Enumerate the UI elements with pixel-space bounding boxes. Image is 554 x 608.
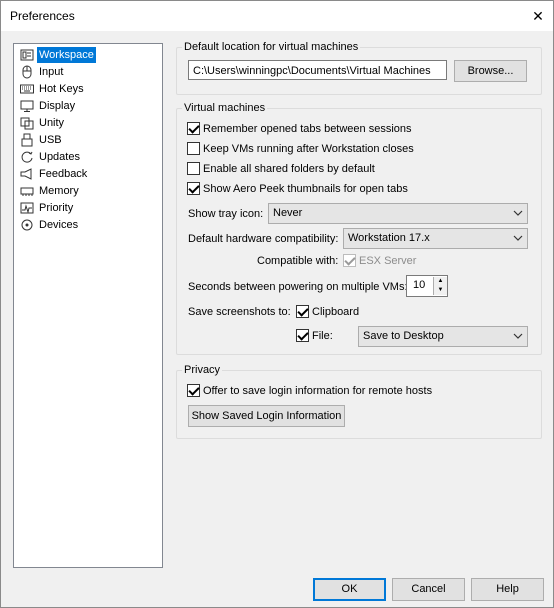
sidebar-item-input[interactable]: Input: [17, 64, 160, 80]
sidebar-item-feedback[interactable]: Feedback: [17, 166, 160, 182]
sidebar-item-label: Memory: [39, 185, 79, 197]
show-saved-login-button[interactable]: Show Saved Login Information: [188, 405, 345, 427]
sidebar-item-label: Priority: [39, 202, 74, 214]
save-screenshots-label: Save screenshots to:: [188, 306, 291, 318]
sidebar-item-label: Updates: [39, 151, 80, 163]
preferences-dialog: Preferences ✕ Workspace Input Hot Keys D…: [0, 0, 554, 608]
checkbox-box[interactable]: [187, 182, 200, 195]
priority-icon: [20, 202, 34, 214]
checkbox-box[interactable]: [187, 162, 200, 175]
sidebar-item-label: Workspace: [37, 47, 96, 63]
chevron-down-icon: [513, 210, 523, 216]
updates-icon: [21, 151, 33, 163]
sidebar-item-label: Input: [39, 66, 64, 78]
location-group-title: Default location for virtual machines: [182, 41, 361, 53]
checkbox-box[interactable]: [187, 122, 200, 135]
checkbox-box[interactable]: [296, 329, 309, 342]
file-location-value: Save to Desktop: [363, 330, 444, 342]
sidebar-item-usb[interactable]: USB: [17, 132, 160, 148]
sidebar-item-label: USB: [39, 134, 62, 146]
chevron-down-icon: [513, 333, 523, 339]
sidebar-item-memory[interactable]: Memory: [17, 183, 160, 199]
checkbox-box[interactable]: [187, 384, 200, 397]
hardware-compat-label: Default hardware compatibility:: [188, 233, 339, 245]
seconds-stepper[interactable]: 10 ▲ ▼: [406, 275, 448, 297]
checkbox-label: Offer to save login information for remo…: [203, 385, 433, 397]
sidebar-item-label: Hot Keys: [39, 83, 84, 95]
sidebar-item-hot-keys[interactable]: Hot Keys: [17, 81, 160, 97]
browse-button[interactable]: Browse...: [454, 60, 527, 82]
decrement-icon[interactable]: ▼: [433, 286, 447, 295]
vm-location-input[interactable]: C:\Users\winningpc\Documents\Virtual Mac…: [188, 60, 447, 80]
devices-icon: [21, 219, 33, 231]
tray-icon-select[interactable]: Never: [268, 203, 528, 224]
sidebar-item-priority[interactable]: Priority: [17, 200, 160, 216]
unity-icon: [20, 117, 34, 130]
close-icon[interactable]: ✕: [527, 5, 549, 27]
sidebar-item-label: Devices: [39, 219, 79, 231]
title-bar: Preferences ✕: [1, 1, 553, 31]
hardware-compat-select[interactable]: Workstation 17.x: [343, 228, 528, 249]
checkbox-label: ESX Server: [359, 255, 417, 267]
tray-icon-value: Never: [273, 207, 303, 219]
keyboard-icon: [20, 84, 34, 94]
memory-icon: [20, 187, 34, 196]
sidebar-item-label: Display: [39, 100, 76, 112]
checkbox-label: Clipboard: [312, 306, 360, 318]
sidebar-item-devices[interactable]: Devices: [17, 217, 160, 233]
privacy-group-title: Privacy: [182, 364, 223, 376]
ok-button[interactable]: OK: [313, 578, 386, 601]
sidebar-item-updates[interactable]: Updates: [17, 149, 160, 165]
increment-icon[interactable]: ▲: [433, 277, 447, 286]
file-location-select[interactable]: Save to Desktop: [358, 326, 528, 347]
sidebar-item-display[interactable]: Display: [17, 98, 160, 114]
checkbox-label: Show Aero Peek thumbnails for open tabs: [203, 183, 408, 195]
window-title: Preferences: [10, 9, 75, 23]
checkbox-label: Keep VMs running after Workstation close…: [203, 143, 414, 155]
monitor-icon: [20, 100, 34, 112]
usb-icon: [21, 133, 33, 147]
checkbox-box[interactable]: [343, 254, 356, 267]
mouse-icon: [22, 65, 32, 79]
sidebar-item-label: Feedback: [39, 168, 88, 180]
sidebar-item-label: Unity: [39, 117, 65, 129]
checkbox-box[interactable]: [187, 142, 200, 155]
tray-icon-label: Show tray icon:: [188, 208, 264, 220]
sidebar-item-workspace[interactable]: Workspace: [17, 47, 160, 63]
compatible-with-label: Compatible with:: [257, 255, 339, 267]
cancel-button[interactable]: Cancel: [392, 578, 465, 601]
category-list: Workspace Input Hot Keys Display Unity U…: [13, 43, 163, 568]
sidebar-item-unity[interactable]: Unity: [17, 115, 160, 131]
vm-group-title: Virtual machines: [182, 102, 268, 114]
checkbox-label: File:: [312, 330, 333, 342]
checkbox-label: Enable all shared folders by default: [203, 163, 375, 175]
help-button[interactable]: Help: [471, 578, 544, 601]
hardware-compat-value: Workstation 17.x: [348, 232, 430, 244]
checkbox-box[interactable]: [296, 305, 309, 318]
chevron-down-icon: [513, 235, 523, 241]
checkbox-label: Remember opened tabs between sessions: [203, 123, 412, 135]
seconds-value: 10: [413, 279, 426, 291]
feedback-icon: [20, 168, 32, 180]
seconds-between-label: Seconds between powering on multiple VMs…: [188, 281, 408, 293]
workspace-icon: [20, 49, 34, 61]
